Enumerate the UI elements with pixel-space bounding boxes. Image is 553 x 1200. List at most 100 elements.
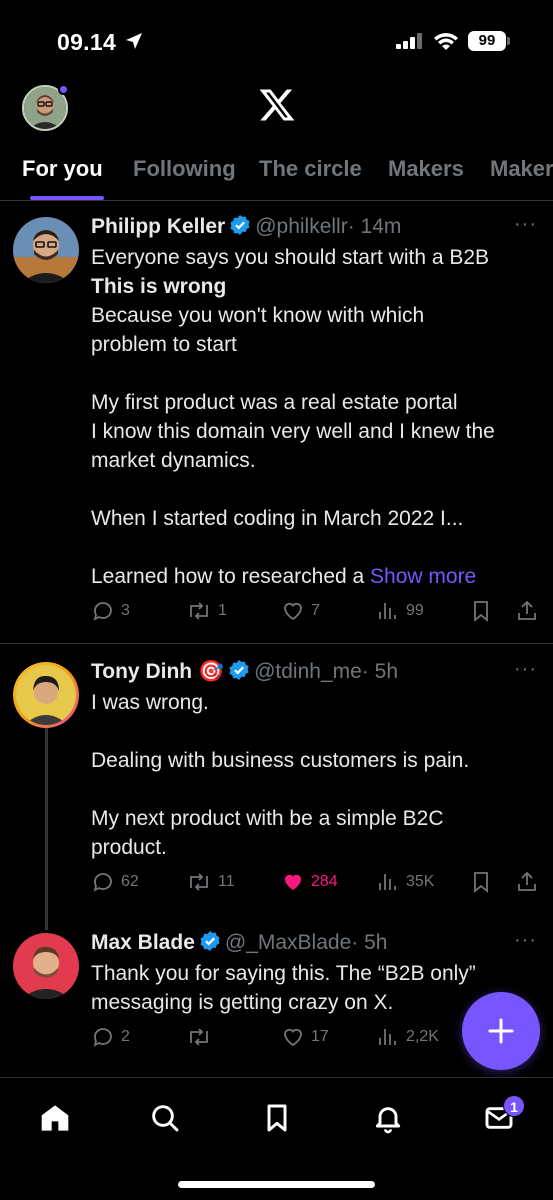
author-name[interactable]: Max Blade <box>91 931 195 954</box>
views-button[interactable]: 35K <box>376 870 434 894</box>
view-count: 2,2K <box>406 1028 439 1045</box>
like-button[interactable]: 7 <box>281 599 320 623</box>
bookmarks-icon[interactable] <box>261 1102 293 1139</box>
active-tab-indicator <box>30 196 104 200</box>
notification-dot <box>58 84 69 95</box>
repost-button[interactable]: 1 <box>186 599 227 623</box>
post-time: · 14m <box>347 215 402 238</box>
reply-icon <box>93 1028 112 1047</box>
view-count: 35K <box>406 873 435 890</box>
home-icon[interactable] <box>39 1102 71 1139</box>
verified-badge-icon <box>228 659 250 689</box>
bookmark-button[interactable] <box>469 599 499 623</box>
status-bar: 09.14 99 <box>0 0 553 78</box>
x-logo-icon[interactable] <box>258 86 296 129</box>
text-line: I know this domain very well and I knew … <box>91 420 495 443</box>
more-options-icon[interactable]: ··· <box>514 213 537 236</box>
emoji: 🎯 <box>197 660 225 683</box>
tab-the-circle[interactable]: The circle <box>259 156 362 182</box>
text-span: Learned how to researched a <box>91 565 371 588</box>
reply-button[interactable]: 3 <box>91 599 130 623</box>
post-time: · 5h <box>351 931 388 954</box>
home-indicator <box>178 1181 375 1188</box>
reply-count: 62 <box>121 873 139 890</box>
tab-following[interactable]: Following <box>133 156 236 182</box>
cellular-signal-icon <box>396 33 424 54</box>
heart-icon <box>284 602 302 621</box>
reply-button[interactable]: 2 <box>91 1025 130 1049</box>
bookmark-button[interactable] <box>469 870 499 894</box>
verified-badge-icon <box>229 214 251 244</box>
avatar[interactable] <box>13 217 79 283</box>
post-header: Max Blade @_MaxBlade· 5h <box>91 929 387 960</box>
post-header: Philipp Keller @philkellr· 14m <box>91 213 401 244</box>
avatar[interactable] <box>13 933 79 999</box>
share-button[interactable] <box>515 870 545 894</box>
wifi-icon <box>433 31 459 56</box>
bookmark-icon <box>474 872 488 893</box>
avatar[interactable] <box>13 662 79 728</box>
tab-for-you[interactable]: For you <box>22 156 103 182</box>
like-count: 17 <box>311 1028 329 1045</box>
share-icon <box>518 600 536 620</box>
app-header <box>0 78 553 138</box>
post-time: · 5h <box>361 660 398 683</box>
views-icon <box>379 603 396 619</box>
verified-badge-icon <box>199 930 221 960</box>
bookmark-icon <box>474 601 488 622</box>
status-time: 09.14 <box>57 29 117 55</box>
views-button[interactable]: 2,2K <box>376 1025 439 1049</box>
view-count: 99 <box>406 602 424 619</box>
battery-tip <box>507 37 510 45</box>
repost-icon <box>190 602 208 620</box>
more-options-icon[interactable]: ··· <box>514 658 537 681</box>
reply-icon <box>93 873 112 892</box>
text-line: Because you won't know with which <box>91 304 425 327</box>
like-button[interactable]: 17 <box>281 1025 329 1049</box>
notifications-bell-icon[interactable] <box>372 1102 404 1139</box>
post-text: Everyone says you should start with a B2… <box>91 243 541 591</box>
share-icon <box>518 871 536 891</box>
like-count: 7 <box>311 602 320 619</box>
reply-button[interactable]: 62 <box>91 870 139 894</box>
share-button[interactable] <box>515 599 545 623</box>
text-line: When I started coding in March 2022 I... <box>91 507 464 530</box>
repost-button[interactable]: 11 <box>186 870 235 894</box>
like-button[interactable]: 284 <box>281 870 338 894</box>
author-handle[interactable]: @_MaxBlade <box>225 931 351 954</box>
compose-button[interactable] <box>462 992 540 1070</box>
views-button[interactable]: 99 <box>376 599 424 623</box>
text-line: This is wrong <box>91 272 541 301</box>
more-options-icon[interactable]: ··· <box>514 929 537 952</box>
post-actions: 62 11 284 35K <box>91 870 541 900</box>
tab-makers[interactable]: Makers <box>388 156 464 182</box>
author-name[interactable]: Tony Dinh <box>91 660 192 683</box>
text-line: I was wrong. <box>91 691 209 714</box>
text-line: product. <box>91 836 167 859</box>
views-icon <box>379 874 396 890</box>
show-more-link[interactable]: Show more <box>370 565 476 588</box>
reply-icon <box>93 602 112 621</box>
search-icon[interactable] <box>149 1102 181 1139</box>
tab-makers-2[interactable]: Makers <box>490 156 553 182</box>
author-handle[interactable]: @tdinh_me <box>254 660 362 683</box>
text-line: Dealing with business customers is pain. <box>91 749 470 772</box>
post-header: Tony Dinh 🎯 @tdinh_me· 5h <box>91 658 398 689</box>
repost-icon <box>190 1028 208 1046</box>
author-name[interactable]: Philipp Keller <box>91 215 225 238</box>
text-line: Everyone says you should start with a B2… <box>91 246 490 269</box>
author-handle[interactable]: @philkellr <box>255 215 348 238</box>
reply-count: 2 <box>121 1028 130 1045</box>
like-count: 284 <box>311 873 338 890</box>
reply-count: 3 <box>121 602 130 619</box>
divider <box>0 643 553 644</box>
post-actions: 3 1 7 99 <box>91 599 541 629</box>
post-tony-dinh[interactable]: Tony Dinh 🎯 @tdinh_me· 5h ··· I was wrong… <box>0 658 553 918</box>
repost-count: 11 <box>218 873 235 890</box>
text-line: Thank you for saying this. The “B2B only… <box>91 962 476 985</box>
repost-button[interactable] <box>186 1025 218 1049</box>
views-icon <box>379 1029 396 1045</box>
post-philipp-keller[interactable]: Philipp Keller @philkellr· 14m ··· Everyo… <box>0 213 553 643</box>
post-text: I was wrong. Dealing with business custo… <box>91 688 541 862</box>
repost-icon <box>190 873 208 891</box>
